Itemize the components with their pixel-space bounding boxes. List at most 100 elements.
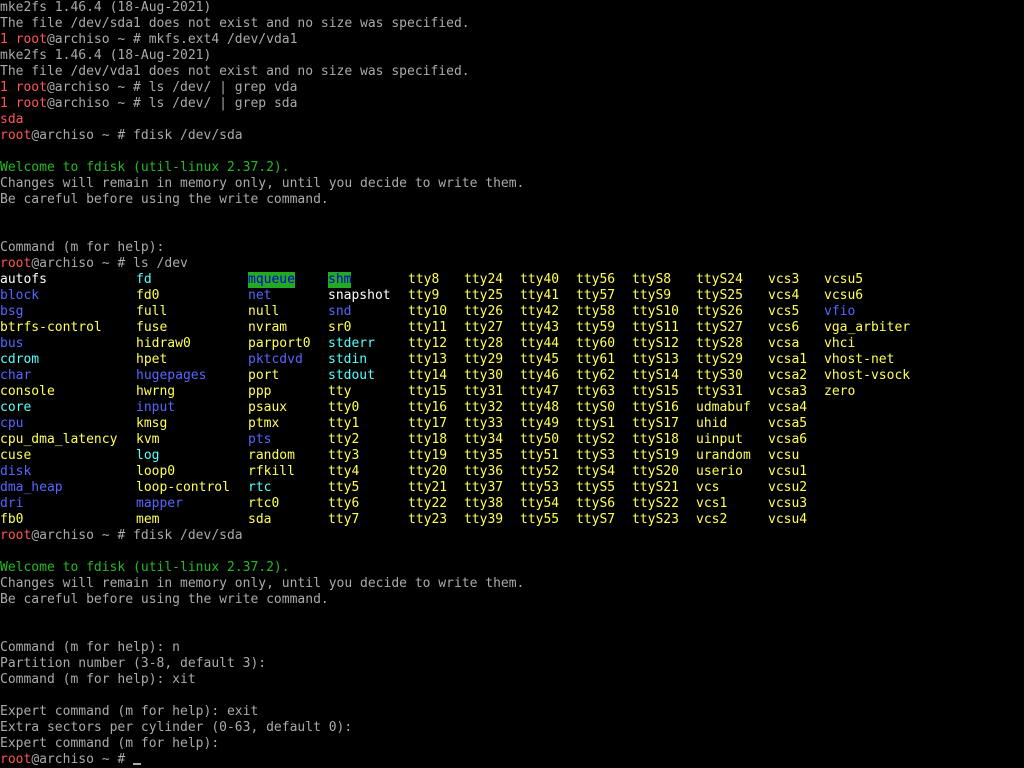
ls-entry: tty49: [520, 416, 560, 431]
prompt-line: root@archiso ~ # ls /dev: [0, 256, 1024, 272]
ls-entry: vfio: [824, 304, 856, 319]
ls-entry: ttyS12: [632, 336, 679, 351]
ls-entry: tty6: [328, 496, 360, 511]
exit-status: 1: [0, 96, 16, 111]
output-text: mke2fs 1.46.4 (18-Aug-2021): [0, 0, 212, 15]
prompt-user: root: [15, 32, 47, 47]
ls-row: cpu_dma_latency kvm pts tty2 tty18 tty34 tty50…: [0, 432, 1024, 448]
ls-entry: tty43: [520, 320, 560, 335]
output-text: Command (m for help):: [0, 240, 165, 255]
output-text: sda: [0, 112, 24, 127]
ls-entry: ttyS29: [696, 352, 743, 367]
ls-entry: autofs: [0, 272, 47, 287]
ls-entry: tty0: [328, 400, 360, 415]
ls-entry: tty27: [464, 320, 504, 335]
ls-row: cdrom hpet pktcdvd stdin tty13 tty29 tty45 tty6…: [0, 352, 1024, 368]
ls-entry: stdout: [328, 368, 375, 383]
ls-entry: shm: [328, 272, 352, 288]
ls-entry: ttyS23: [632, 512, 679, 527]
ls-entry: fuse: [136, 320, 168, 335]
prompt-line: 1 root@archiso ~ # ls /dev/ | grep sda: [0, 96, 1024, 112]
ls-entry: ttyS7: [576, 512, 616, 527]
ls-entry: tty5: [328, 480, 360, 495]
text-cursor[interactable]: [133, 763, 142, 765]
prompt-user: root: [0, 128, 32, 143]
ls-entry: dma_heap: [0, 480, 63, 495]
prompt-command: @archiso ~ # mkfs.ext4 /dev/vda1: [46, 32, 298, 47]
ls-entry: tty35: [464, 448, 504, 463]
ls-entry: ttyS22: [632, 496, 679, 511]
ls-entry: port: [248, 368, 280, 383]
ls-row: cpu kmsg ptmx tty1 tty17 tty33 tty49 ttyS1 ttyS1…: [0, 416, 1024, 432]
ls-entry: zero: [824, 384, 856, 399]
ls-entry: ttyS4: [576, 464, 616, 479]
ls-entry: tty44: [520, 336, 560, 351]
welcome-line: Welcome to fdisk (util-linux 2.37.2).: [0, 160, 1024, 176]
terminal-screen[interactable]: mke2fs 1.46.4 (18-Aug-2021) The file /dev…: [0, 0, 1024, 768]
output-line: The file /dev/vda1 does not exist and no…: [0, 64, 1024, 80]
ls-entry: hugepages: [136, 368, 207, 383]
ls-entry: vcs3: [768, 272, 800, 287]
ls-row: autofs fd mqueue shm tty8 tty24 tty40 tty56 ttyS…: [0, 272, 1024, 288]
ls-entry: tty30: [464, 368, 504, 383]
ls-entry: ppp: [248, 384, 272, 399]
ls-entry: vcs6: [768, 320, 800, 335]
ls-entry: tty11: [408, 320, 448, 335]
ls-entry: ttyS30: [696, 368, 743, 383]
ls-entry: urandom: [696, 448, 751, 463]
ls-entry: cdrom: [0, 352, 40, 367]
ls-entry: net: [248, 288, 272, 303]
ls-entry: console: [0, 384, 55, 399]
ls-entry: bus: [0, 336, 24, 351]
output-text: Expert command (m for help):: [0, 736, 220, 751]
output-line: Changes will remain in memory only, unti…: [0, 576, 1024, 592]
prompt-user: root: [0, 256, 32, 271]
ls-entry: ttyS0: [576, 400, 616, 415]
ls-entry: mapper: [136, 496, 183, 511]
ls-entry: ttyS16: [632, 400, 679, 415]
ls-entry: tty46: [520, 368, 560, 383]
output-text: mke2fs 1.46.4 (18-Aug-2021): [0, 48, 212, 63]
prompt-command: @archiso ~ # ls /dev/ | grep vda: [46, 80, 298, 95]
ls-entry: tty61: [576, 352, 616, 367]
ls-entry: uinput: [696, 432, 743, 447]
ls-entry: random: [248, 448, 295, 463]
ls-entry: input: [136, 400, 176, 415]
ls-entry: ttyS26: [696, 304, 743, 319]
ls-entry: tty33: [464, 416, 504, 431]
output-text: Command (m for help): xit: [0, 672, 196, 687]
ls-entry: tty59: [576, 320, 616, 335]
ls-entry: ttyS2: [576, 432, 616, 447]
ls-entry: fd0: [136, 288, 160, 303]
ls-entry: tty19: [408, 448, 448, 463]
ls-entry: tty10: [408, 304, 448, 319]
output-line: Command (m for help): n: [0, 640, 1024, 656]
ls-entry: pktcdvd: [248, 352, 303, 367]
ls-entry: tty7: [328, 512, 360, 527]
ls-entry: tty53: [520, 480, 560, 495]
ls-entry: vga_arbiter: [824, 320, 911, 335]
ls-entry: log: [136, 448, 160, 463]
output-line: Be careful before using the write comman…: [0, 592, 1024, 608]
ls-entry: tty: [328, 384, 352, 399]
exit-status: 1: [0, 32, 16, 47]
output-text: Partition number (3-8, default 3):: [0, 656, 267, 671]
output-text: Changes will remain in memory only, unti…: [0, 176, 525, 191]
ls-entry: ttyS17: [632, 416, 679, 431]
ls-entry: ttyS5: [576, 480, 616, 495]
output-line: Command (m for help):: [0, 240, 1024, 256]
ls-entry: dri: [0, 496, 24, 511]
ls-entry: tty20: [408, 464, 448, 479]
ls-entry: vcsa1: [768, 352, 808, 367]
ls-entry: tty36: [464, 464, 504, 479]
ls-entry: tty21: [408, 480, 448, 495]
ls-entry: ttyS21: [632, 480, 679, 495]
prompt-command: @archiso ~ #: [31, 752, 134, 767]
ls-entry: tty41: [520, 288, 560, 303]
ls-entry: tty45: [520, 352, 560, 367]
ls-entry: tty18: [408, 432, 448, 447]
ls-row: disk loop0 rfkill tty4 tty20 tty36 tty52 ttyS4 t…: [0, 464, 1024, 480]
ls-entry: mqueue: [248, 272, 295, 288]
ls-entry: tty52: [520, 464, 560, 479]
